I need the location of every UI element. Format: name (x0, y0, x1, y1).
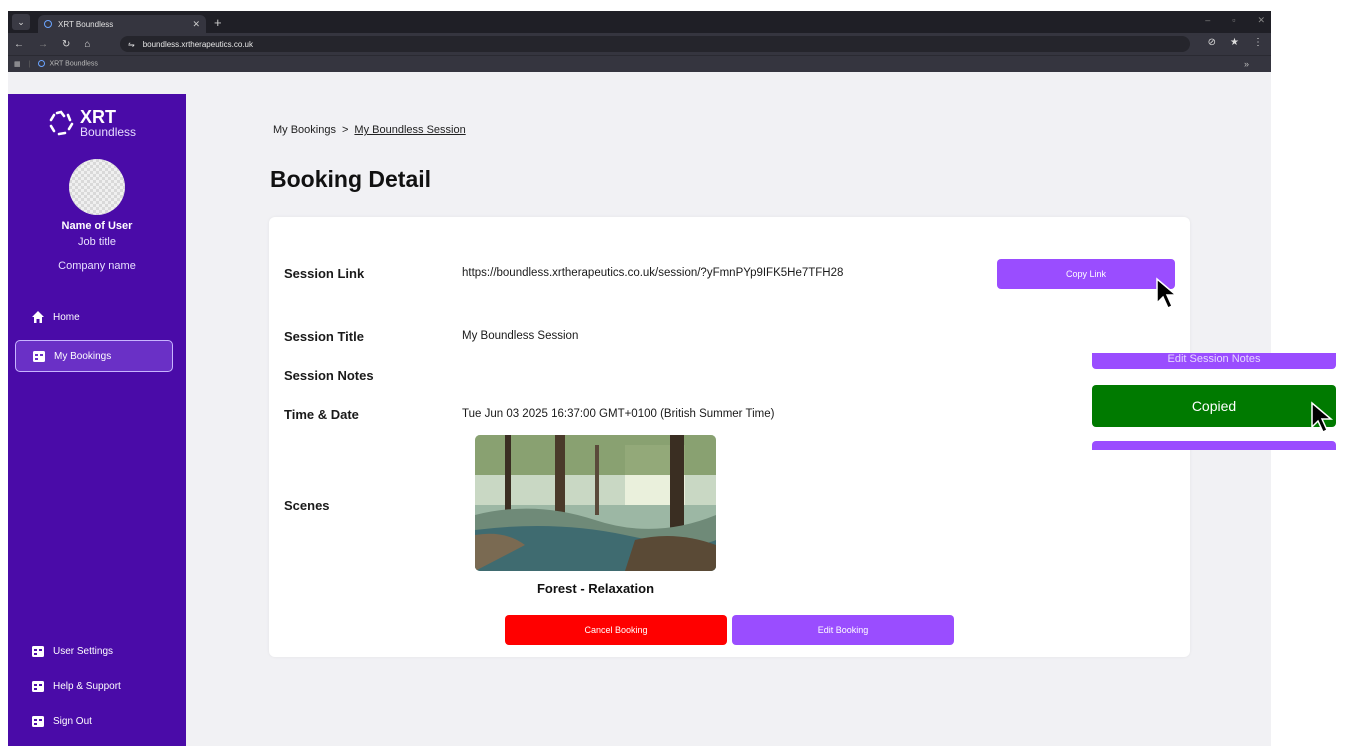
edit-notes-button-fragment[interactable]: Edit Session Notes (1092, 353, 1336, 369)
breadcrumb-separator: > (341, 124, 349, 136)
time-date-value: Tue Jun 03 2025 16:37:00 GMT+0100 (Briti… (462, 408, 775, 420)
session-title-value: My Boundless Session (462, 330, 579, 342)
scenes-label: Scenes (284, 498, 330, 513)
sidebar-item-label: Home (53, 311, 80, 323)
forward-icon[interactable]: → (38, 39, 48, 50)
breadcrumb: My Bookings > My Boundless Session (273, 124, 466, 136)
user-company: Company name (58, 260, 136, 272)
reload-icon[interactable]: ↻ (62, 39, 70, 50)
bookmarks-overflow-icon[interactable]: » (1244, 59, 1249, 69)
calendar-icon (33, 351, 45, 362)
session-notes-label: Session Notes (284, 368, 374, 383)
new-tab-icon[interactable]: + (214, 15, 222, 30)
time-date-label: Time & Date (284, 407, 359, 422)
favicon-icon (44, 20, 52, 28)
logo-icon (49, 110, 74, 136)
copied-button[interactable]: Copied (1092, 385, 1336, 427)
page-title: Booking Detail (270, 166, 432, 192)
scene-name: Forest - Relaxation (536, 581, 655, 596)
star-icon[interactable]: ★ (1230, 37, 1239, 48)
minimize-icon[interactable]: – (1205, 15, 1210, 26)
sidebar-item-sign-out[interactable]: Sign Out (15, 705, 173, 737)
restore-icon[interactable]: ▫ (1232, 15, 1235, 26)
window-controls: – ▫ ✕ (1205, 15, 1265, 26)
browser-window: ⌄ XRT Boundless ✕ + – ▫ ✕ ← → ↻ ⌂ ⇋ boun… (8, 11, 1271, 746)
logo-text-boundless: Boundless (80, 125, 137, 139)
user-name: Name of User (61, 220, 133, 232)
sidebar-item-label: Sign Out (53, 715, 92, 727)
cancel-booking-button[interactable]: Cancel Booking (505, 615, 727, 645)
sidebar-item-user-settings[interactable]: User Settings (15, 635, 173, 667)
back-icon[interactable]: ← (14, 39, 24, 50)
sidebar-item-label: User Settings (53, 645, 114, 657)
sidebar-item-help[interactable]: Help & Support (15, 670, 173, 702)
sidebar-item-my-bookings[interactable]: My Bookings (15, 340, 173, 372)
more-icon[interactable]: ⋮ (1253, 37, 1263, 48)
close-window-icon[interactable]: ✕ (1257, 15, 1265, 26)
breadcrumb-current[interactable]: My Boundless Session (354, 124, 465, 136)
sidebar: XRT Boundless Name of User Job title Com… (8, 94, 186, 746)
site-settings-icon[interactable]: ⇋ (128, 40, 135, 49)
sidebar-item-home[interactable]: Home (15, 301, 173, 333)
favicon-icon (38, 60, 46, 68)
copy-link-button[interactable]: Copy Link (997, 259, 1175, 289)
home-icon (32, 311, 44, 323)
sidebar-item-label: My Bookings (54, 350, 112, 362)
booking-detail-card: Session Link https://boundless.xrtherape… (269, 217, 1190, 657)
breadcrumb-root[interactable]: My Bookings (273, 124, 336, 136)
logo: XRT Boundless (48, 108, 136, 138)
button-fragment[interactable] (1092, 441, 1336, 450)
tab-bar: ⌄ XRT Boundless ✕ + – ▫ ✕ (8, 11, 1271, 33)
user-job-title: Job title (78, 236, 116, 248)
browser-tab[interactable]: XRT Boundless ✕ (38, 15, 206, 33)
session-link-label: Session Link (284, 266, 365, 281)
cursor-icon (1156, 277, 1179, 310)
tab-title: XRT Boundless (58, 19, 114, 29)
cursor-icon (1311, 401, 1334, 434)
calendar-icon (32, 716, 44, 727)
calendar-icon (32, 681, 44, 692)
session-link-value: https://boundless.xrtherapeutics.co.uk/s… (462, 267, 844, 279)
eye-off-icon[interactable]: ⊘ (1208, 37, 1216, 48)
copied-callout: Edit Session Notes Copied (1092, 353, 1347, 450)
avatar[interactable] (69, 159, 125, 215)
scene-thumbnail[interactable] (475, 435, 716, 571)
edit-booking-button[interactable]: Edit Booking (732, 615, 954, 645)
session-title-label: Session Title (284, 329, 364, 344)
sidebar-item-label: Help & Support (53, 680, 121, 692)
home-icon[interactable]: ⌂ (84, 39, 90, 50)
close-icon[interactable]: ✕ (192, 19, 200, 30)
calendar-icon (32, 646, 44, 657)
bookmark-item[interactable]: XRT Boundless (38, 60, 98, 68)
edit-notes-button-label: Edit Session Notes (1167, 353, 1261, 365)
url-field[interactable]: ⇋ boundless.xrtherapeutics.co.uk (120, 36, 1190, 52)
url-text: boundless.xrtherapeutics.co.uk (142, 39, 253, 49)
apps-icon[interactable]: ▦ (14, 60, 21, 68)
logo-text-xrt: XRT (80, 107, 116, 127)
bookmark-label: XRT Boundless (49, 60, 98, 68)
menu-icon[interactable]: ⌄ (12, 14, 30, 30)
bookmarks-bar: ▦ | XRT Boundless » (8, 55, 1271, 72)
app: XRT Boundless Name of User Job title Com… (8, 94, 1271, 746)
address-bar-row: ← → ↻ ⌂ ⇋ boundless.xrtherapeutics.co.uk… (8, 33, 1271, 55)
